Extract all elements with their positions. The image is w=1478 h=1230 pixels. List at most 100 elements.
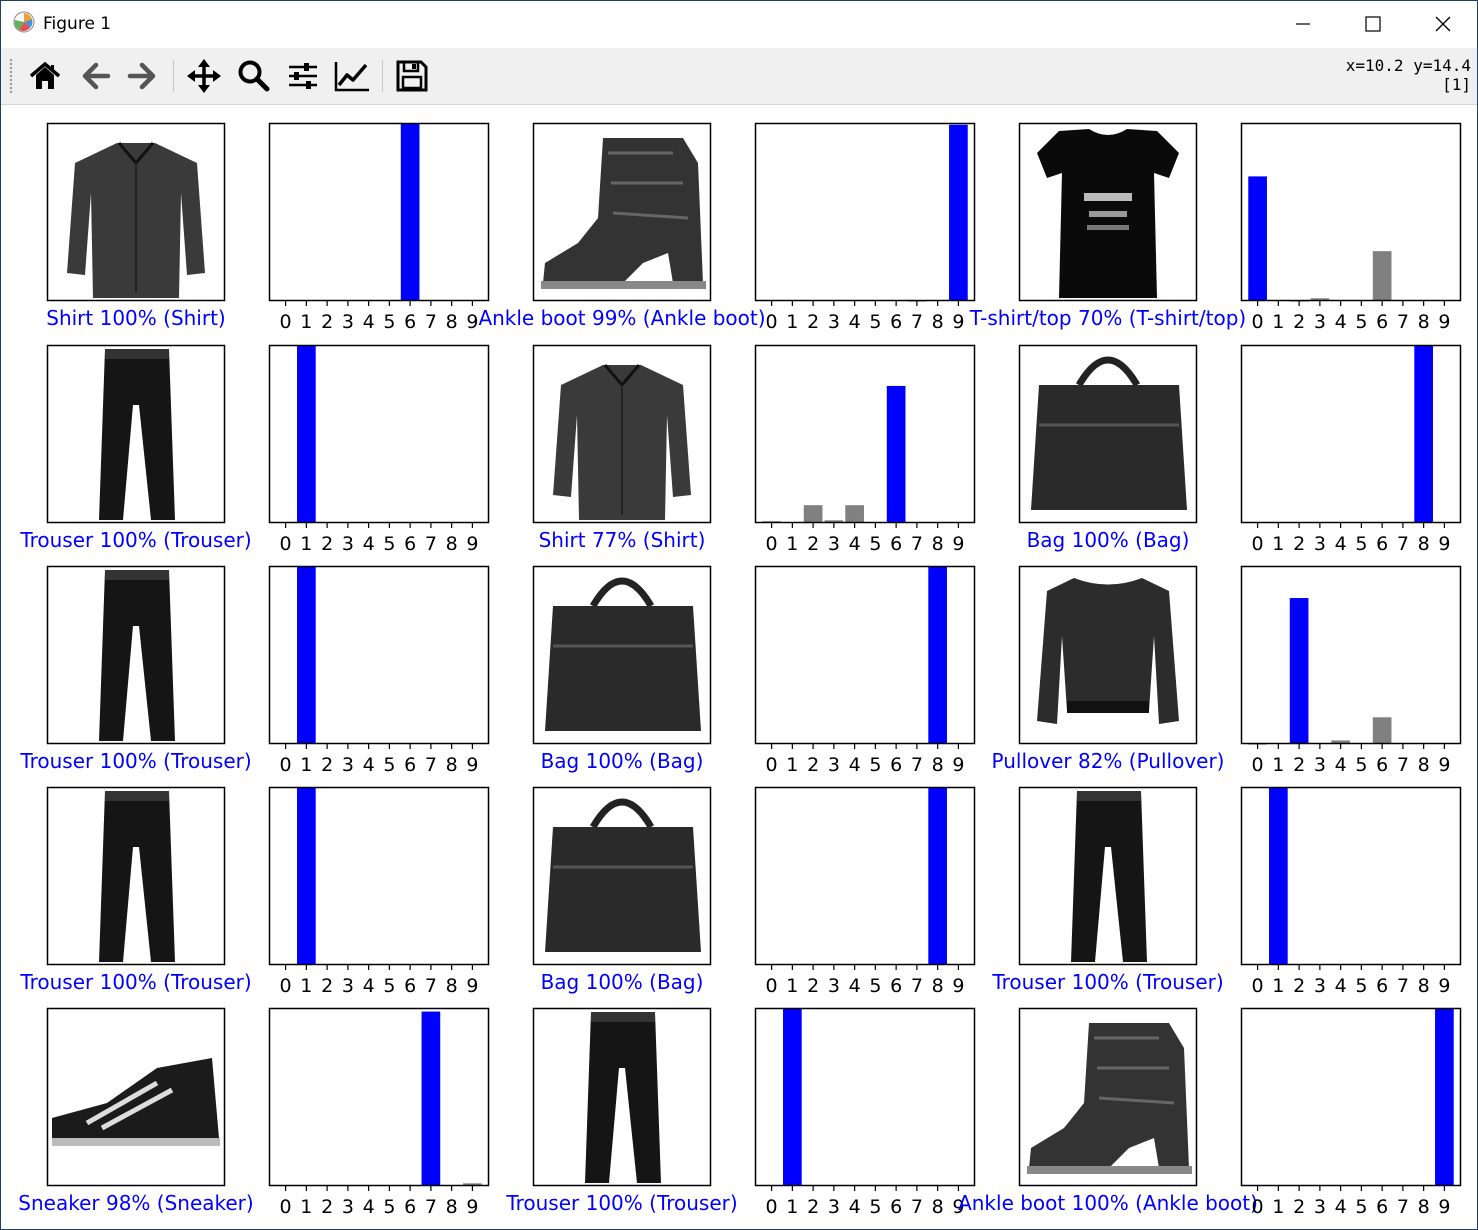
bar-class-4 <box>845 505 864 523</box>
x-tick-label-9: 9 <box>466 311 478 333</box>
forward-button[interactable] <box>121 54 165 98</box>
title-bar[interactable]: Figure 1 <box>1 1 1477 47</box>
x-tick-label-9: 9 <box>952 754 964 776</box>
x-tick-label-2: 2 <box>807 533 819 555</box>
forward-arrow-icon <box>127 62 156 90</box>
bag-thumbnail <box>1018 344 1198 524</box>
x-tick-label-0: 0 <box>280 975 292 997</box>
maximize-icon <box>1365 16 1381 32</box>
coordinate-readout: x=10.2 y=14.4 [1] <box>1346 56 1471 94</box>
x-tick-label-9: 9 <box>952 975 964 997</box>
prediction-caption: Trouser 100% (Trouser) <box>19 749 251 773</box>
x-tick-label-4: 4 <box>849 1196 861 1218</box>
prediction-caption: Pullover 82% (Pullover) <box>992 749 1225 773</box>
x-tick-label-7: 7 <box>1397 311 1409 333</box>
x-tick-label-7: 7 <box>425 975 437 997</box>
x-tick-label-6: 6 <box>890 1196 902 1218</box>
pullover-thumbnail <box>1018 565 1198 745</box>
x-tick-label-8: 8 <box>1418 754 1430 776</box>
x-tick-label-4: 4 <box>849 533 861 555</box>
bar-class-6 <box>1372 717 1392 744</box>
x-tick-label-5: 5 <box>383 533 395 555</box>
x-tick-label-5: 5 <box>1355 533 1367 555</box>
x-tick-label-3: 3 <box>1314 533 1326 555</box>
x-tick-label-5: 5 <box>1355 975 1367 997</box>
x-tick-label-2: 2 <box>807 311 819 333</box>
bar-axes-background <box>1241 1008 1461 1186</box>
zoom-button[interactable] <box>232 54 276 98</box>
toolbar-grip[interactable] <box>9 58 13 94</box>
save-button[interactable] <box>390 54 434 98</box>
edit-axis-lines-icon <box>334 62 369 92</box>
x-tick-label-9: 9 <box>466 533 478 555</box>
x-tick-label-2: 2 <box>321 754 333 776</box>
tshirt-top-thumbnail <box>1018 122 1198 302</box>
prediction-caption: T-shirt/top 70% (T-shirt/top) <box>969 306 1246 330</box>
probability-bar-chart: 0123456789 <box>268 1007 490 1218</box>
x-tick-label-8: 8 <box>446 754 458 776</box>
x-tick-label-3: 3 <box>828 975 840 997</box>
x-tick-label-7: 7 <box>1397 754 1409 776</box>
x-tick-label-6: 6 <box>890 311 902 333</box>
x-tick-label-0: 0 <box>766 533 778 555</box>
prediction-caption: Ankle boot 99% (Ankle boot) <box>478 306 765 330</box>
x-tick-label-4: 4 <box>1335 311 1347 333</box>
minimize-button[interactable] <box>1268 1 1338 47</box>
x-tick-label-7: 7 <box>911 311 923 333</box>
x-tick-label-5: 5 <box>1355 1196 1367 1218</box>
figure-canvas[interactable]: Shirt 100% (Shirt) 0 1 2 3 4 5 6 7 8 9 Ankle boot 9… <box>2 105 1476 1227</box>
configure-subplots-button[interactable] <box>281 54 325 98</box>
x-tick-label-8: 8 <box>446 975 458 997</box>
pan-button[interactable] <box>182 54 226 98</box>
prediction-caption: Bag 100% (Bag) <box>1027 528 1190 552</box>
x-tick-label-0: 0 <box>766 311 778 333</box>
edit-axis-button[interactable] <box>330 54 374 98</box>
x-tick-label-0: 0 <box>766 975 778 997</box>
x-tick-label-1: 1 <box>1272 975 1284 997</box>
x-tick-label-7: 7 <box>425 533 437 555</box>
x-tick-label-4: 4 <box>849 754 861 776</box>
x-tick-label-1: 1 <box>786 311 798 333</box>
x-tick-label-0: 0 <box>1252 975 1264 997</box>
maximize-button[interactable] <box>1338 1 1408 47</box>
x-tick-label-8: 8 <box>446 1196 458 1218</box>
x-tick-label-1: 1 <box>786 754 798 776</box>
x-tick-label-2: 2 <box>807 754 819 776</box>
x-tick-label-3: 3 <box>828 311 840 333</box>
x-tick-label-1: 1 <box>786 975 798 997</box>
bar-class-8 <box>928 566 947 744</box>
x-tick-label-2: 2 <box>807 1196 819 1218</box>
x-tick-label-7: 7 <box>1397 533 1409 555</box>
bar-axes-background <box>1241 123 1461 301</box>
x-tick-label-5: 5 <box>383 311 395 333</box>
home-button[interactable] <box>23 54 67 98</box>
x-tick-label-6: 6 <box>404 975 416 997</box>
bar-class-8 <box>928 787 947 965</box>
ankle-boot-thumbnail <box>532 122 712 302</box>
close-button[interactable] <box>1408 1 1478 47</box>
x-tick-label-5: 5 <box>869 533 881 555</box>
x-tick-label-2: 2 <box>321 1196 333 1218</box>
x-tick-label-5: 5 <box>383 975 395 997</box>
x-tick-label-9: 9 <box>466 975 478 997</box>
x-tick-label-3: 3 <box>1314 754 1326 776</box>
x-tick-label-7: 7 <box>1397 975 1409 997</box>
back-button[interactable] <box>73 54 117 98</box>
x-tick-label-1: 1 <box>300 533 312 555</box>
bar-class-9 <box>949 124 968 301</box>
x-tick-label-8: 8 <box>1418 533 1430 555</box>
probability-bar-chart: 0123456789 <box>754 1007 976 1218</box>
x-tick-label-4: 4 <box>363 754 375 776</box>
prediction-caption: Bag 100% (Bag) <box>541 970 704 994</box>
bar-class-6 <box>400 123 420 301</box>
x-tick-label-2: 2 <box>1293 533 1305 555</box>
x-tick-label-2: 2 <box>321 975 333 997</box>
x-tick-label-9: 9 <box>952 533 964 555</box>
x-tick-label-2: 2 <box>321 533 333 555</box>
bar-axes-background <box>1241 566 1461 744</box>
probability-bar-chart: 0123456789 <box>754 122 976 333</box>
x-tick-label-7: 7 <box>911 975 923 997</box>
x-tick-label-6: 6 <box>404 311 416 333</box>
probability-bar-chart: 0123456789 <box>1240 122 1462 333</box>
probability-bar-chart: 0123456789 <box>268 565 490 776</box>
